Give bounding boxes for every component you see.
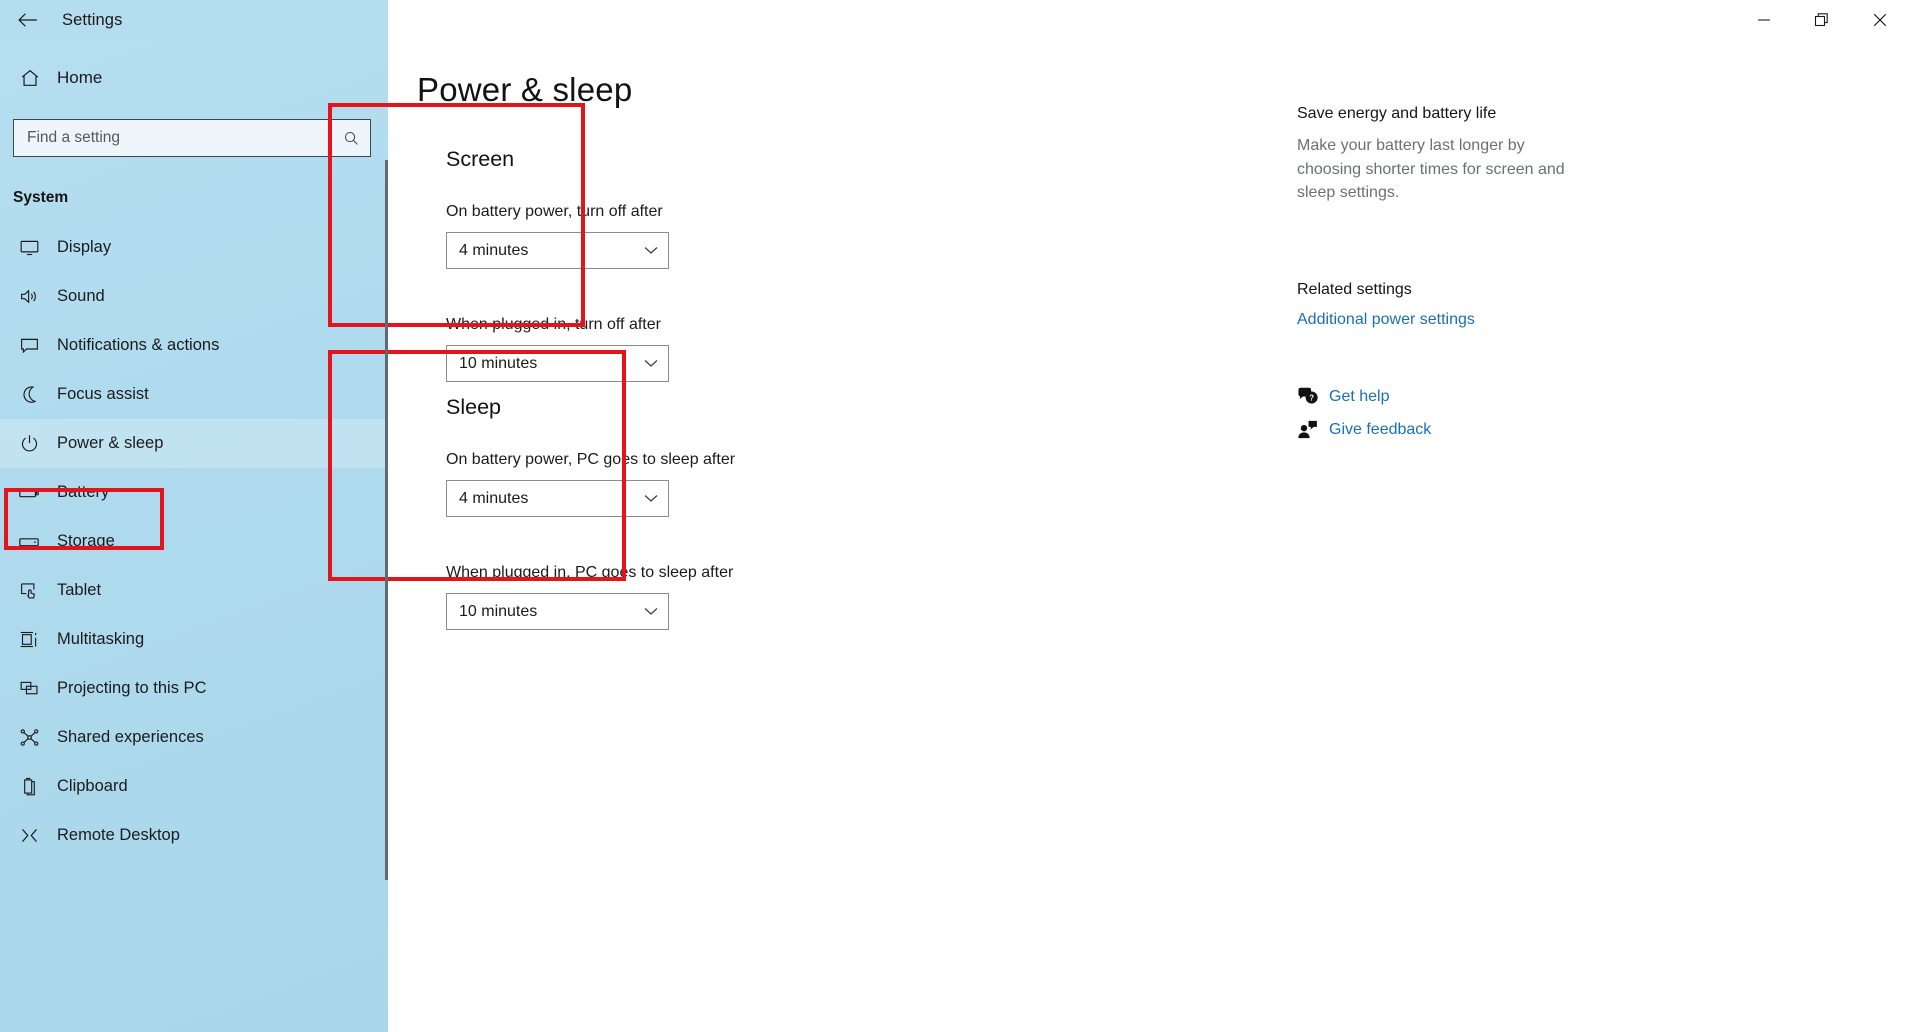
sidebar-section-title: System [13,189,69,206]
screen-battery-dropdown[interactable]: 4 minutes [446,232,669,269]
sidebar-item-label: Focus assist [57,385,149,403]
question-bubble-icon: ? [1297,387,1333,407]
feedback-person-icon [1297,420,1333,440]
sidebar-item-storage[interactable]: Storage [0,517,388,566]
page-title: Power & sleep [417,71,633,108]
sidebar-nav-list: Display Sound Notifications & actions Fo… [0,223,388,860]
chevron-down-icon [634,246,668,255]
title-bar-left: Settings [0,0,388,40]
sidebar-item-focus-assist[interactable]: Focus assist [0,370,388,419]
right-info-panel: Save energy and battery life Make your b… [1297,105,1567,447]
title-bar: Settings [0,0,1909,40]
clipboard-icon [10,776,48,797]
tablet-icon [10,580,48,601]
sleep-settings-group: Sleep On battery power, PC goes to sleep… [446,395,746,630]
additional-power-settings-link[interactable]: Additional power settings [1297,311,1475,329]
chevron-down-icon [634,607,668,616]
screen-plugged-value: 10 minutes [459,354,538,372]
get-help-row[interactable]: ? Get help [1297,381,1567,414]
screen-battery-label: On battery power, turn off after [446,203,663,220]
notification-icon [10,335,48,356]
sidebar-item-label: Storage [57,532,115,550]
sidebar-item-label: Clipboard [57,777,128,795]
sidebar-item-home[interactable]: Home [0,55,388,101]
sidebar-item-label: Home [57,68,103,87]
sidebar-item-label: Shared experiences [57,728,204,746]
moon-icon [10,384,48,405]
search-container [13,119,371,157]
sidebar-item-label: Remote Desktop [57,826,180,844]
sleep-battery-value: 4 minutes [459,489,529,507]
sleep-plugged-dropdown[interactable]: 10 minutes [446,593,669,630]
sidebar-item-label: Display [57,238,112,256]
svg-text:?: ? [1309,394,1314,403]
sidebar-item-label: Sound [57,287,105,305]
storage-icon [10,531,48,553]
screen-battery-value: 4 minutes [459,241,529,259]
sidebar-item-label: Battery [57,483,110,501]
info-body: Make your battery last longer by choosin… [1297,137,1565,202]
power-icon [10,433,48,454]
sidebar-item-tablet[interactable]: Tablet [0,566,388,615]
sidebar-item-power-and-sleep[interactable]: Power & sleep [0,419,388,468]
give-feedback-row[interactable]: Give feedback [1297,414,1567,447]
battery-icon [10,482,48,504]
close-button[interactable] [1851,0,1909,40]
sleep-battery-label: On battery power, PC goes to sleep after [446,451,736,468]
screen-heading: Screen [446,147,515,171]
related-settings-heading: Related settings [1297,280,1412,298]
sidebar-item-label: Power & sleep [57,434,164,452]
chevron-down-icon [634,359,668,368]
project-icon [10,678,48,699]
sidebar-item-label: Tablet [57,581,102,599]
back-arrow-icon[interactable] [0,0,56,40]
sidebar-item-display[interactable]: Display [0,223,388,272]
info-heading: Save energy and battery life [1297,105,1497,122]
sidebar-item-remote-desktop[interactable]: Remote Desktop [0,811,388,860]
search-box[interactable] [13,119,371,157]
sleep-plugged-label: When plugged in, PC goes to sleep after [446,564,734,581]
multitasking-icon [10,629,48,650]
screen-plugged-label: When plugged in, turn off after [446,316,661,333]
sidebar-scrollbar[interactable] [385,160,388,880]
sidebar-item-label: Multitasking [57,630,145,648]
app-title: Settings [62,10,123,29]
sidebar-item-shared-experiences[interactable]: Shared experiences [0,713,388,762]
sleep-plugged-value: 10 minutes [459,602,538,620]
restore-button[interactable] [1793,0,1851,40]
screen-plugged-dropdown[interactable]: 10 minutes [446,345,669,382]
minimize-button[interactable] [1735,0,1793,40]
sleep-battery-dropdown[interactable]: 4 minutes [446,480,669,517]
window-controls [1735,0,1909,40]
screen-settings-group: Screen On battery power, turn off after … [446,147,706,382]
speaker-icon [10,286,48,307]
give-feedback-label[interactable]: Give feedback [1329,421,1431,439]
sidebar-item-clipboard[interactable]: Clipboard [0,762,388,811]
sidebar-item-battery[interactable]: Battery [0,468,388,517]
sidebar-item-projecting-to-this-pc[interactable]: Projecting to this PC [0,664,388,713]
sidebar-item-label: Notifications & actions [57,336,220,354]
search-icon[interactable] [332,120,370,156]
sidebar-item-sound[interactable]: Sound [0,272,388,321]
sidebar-item-notifications-and-actions[interactable]: Notifications & actions [0,321,388,370]
search-input[interactable] [14,129,332,147]
share-nodes-icon [10,727,48,748]
monitor-icon [10,237,48,258]
sleep-heading: Sleep [446,395,501,419]
settings-window: Home System [0,0,1909,1032]
get-help-label[interactable]: Get help [1329,388,1389,406]
chevron-down-icon [634,494,668,503]
remote-desktop-icon [10,825,48,846]
sidebar-item-label: Projecting to this PC [57,679,207,697]
home-icon [10,67,50,89]
sidebar-item-multitasking[interactable]: Multitasking [0,615,388,664]
navigation-sidebar: Home System [0,0,388,1032]
help-links-list: ? Get help Give feedback [1297,381,1567,447]
